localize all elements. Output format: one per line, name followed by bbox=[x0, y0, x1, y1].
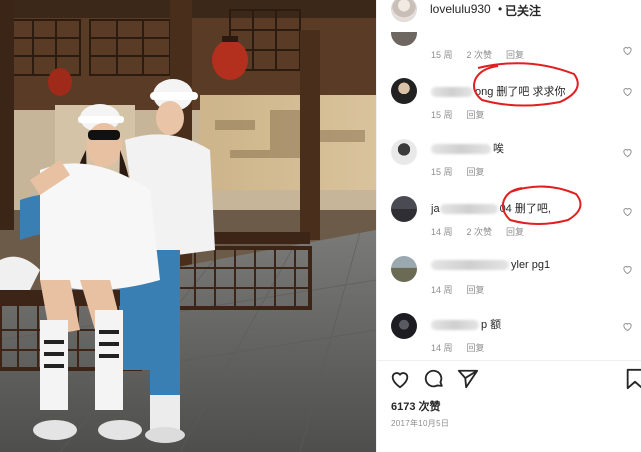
commenter-avatar[interactable] bbox=[391, 256, 417, 282]
comment-reply-button[interactable]: 回复 bbox=[467, 110, 485, 120]
comment-text: ong 删了吧 求求你 bbox=[431, 83, 565, 99]
commenter-avatar[interactable] bbox=[391, 78, 417, 104]
commenter-avatar[interactable] bbox=[391, 196, 417, 222]
header-separator: • bbox=[498, 2, 503, 16]
comment-time: 15 周 bbox=[431, 110, 453, 120]
post-action-bar bbox=[389, 368, 641, 390]
comment-text: 唉 bbox=[431, 140, 504, 156]
comment-like-heart-icon[interactable] bbox=[622, 264, 633, 275]
comment-like-heart-icon[interactable] bbox=[622, 321, 633, 332]
commenter-avatar[interactable] bbox=[391, 313, 417, 339]
commenter-avatar[interactable] bbox=[391, 139, 417, 165]
comment-reply-button[interactable]: 回复 bbox=[467, 285, 485, 295]
comment-reply-button[interactable]: 回复 bbox=[506, 50, 524, 60]
comment-meta: 14 周 2 次赞 回复 bbox=[431, 225, 538, 238]
comment-body: 唉 bbox=[493, 143, 504, 155]
comment-time: 15 周 bbox=[431, 50, 453, 60]
likes-count[interactable]: 6173 次赞 bbox=[391, 398, 441, 414]
comment-meta: 14 周 回复 bbox=[431, 283, 499, 296]
comment-meta: 14 周 回复 bbox=[431, 341, 499, 354]
blurred-username bbox=[431, 144, 491, 155]
follow-status-button[interactable]: 已关注 bbox=[505, 2, 541, 19]
comment-like-heart-icon[interactable] bbox=[622, 45, 633, 56]
comment-like-heart-icon[interactable] bbox=[622, 147, 633, 158]
comment-icon[interactable] bbox=[423, 368, 445, 390]
comment-reply-button[interactable]: 回复 bbox=[467, 343, 485, 353]
comment-meta: 15 周 回复 bbox=[431, 108, 499, 121]
comment-likes[interactable]: 2 次赞 bbox=[467, 50, 493, 60]
comment-body: ong 删了吧 求求你 bbox=[475, 86, 566, 98]
section-divider bbox=[377, 360, 641, 361]
bookmark-icon[interactable] bbox=[625, 368, 641, 390]
post-header: lovelulu930 • 已关注 bbox=[377, 0, 641, 24]
comment-like-heart-icon[interactable] bbox=[622, 86, 633, 97]
comment-body: yler pg1 bbox=[511, 259, 551, 271]
comment-body: p 额 bbox=[481, 319, 502, 331]
comment-time: 15 周 bbox=[431, 167, 453, 177]
heart-icon[interactable] bbox=[389, 368, 411, 390]
comment-likes[interactable]: 2 次赞 bbox=[467, 227, 493, 237]
share-icon[interactable] bbox=[457, 368, 479, 390]
comment-meta: 15 周 2 次赞 回复 bbox=[431, 48, 538, 61]
comment-reply-button[interactable]: 回复 bbox=[467, 167, 485, 177]
blurred-username bbox=[431, 87, 473, 98]
post-date: 2017年10月5日 bbox=[391, 419, 450, 428]
comment-text: ja 04 删了吧, bbox=[431, 200, 551, 216]
comment-time: 14 周 bbox=[431, 343, 453, 353]
couple-photo-illustration bbox=[0, 0, 376, 452]
comment-reply-button[interactable]: 回复 bbox=[506, 227, 524, 237]
comment-meta: 15 周 回复 bbox=[431, 165, 499, 178]
blurred-username bbox=[431, 320, 479, 331]
comment-username-prefix[interactable]: ja bbox=[431, 203, 440, 215]
commenter-avatar[interactable] bbox=[391, 32, 417, 46]
blurred-username bbox=[439, 204, 498, 215]
blurred-username bbox=[431, 260, 509, 271]
poster-username[interactable]: lovelulu930 bbox=[430, 2, 491, 16]
comment-body: 04 删了吧, bbox=[499, 203, 551, 215]
poster-avatar[interactable] bbox=[391, 0, 417, 22]
comment-like-heart-icon[interactable] bbox=[622, 206, 633, 217]
post-photo[interactable] bbox=[0, 0, 376, 452]
comment-time: 14 周 bbox=[431, 227, 453, 237]
post-sidebar: lovelulu930 • 已关注 15 周2 次赞 回复 ong 删了吧 求求你… bbox=[376, 0, 641, 452]
comment-text: yler pg1 bbox=[431, 259, 550, 271]
comment-text: p 额 bbox=[431, 316, 501, 332]
comment-time: 14 周 bbox=[431, 285, 453, 295]
